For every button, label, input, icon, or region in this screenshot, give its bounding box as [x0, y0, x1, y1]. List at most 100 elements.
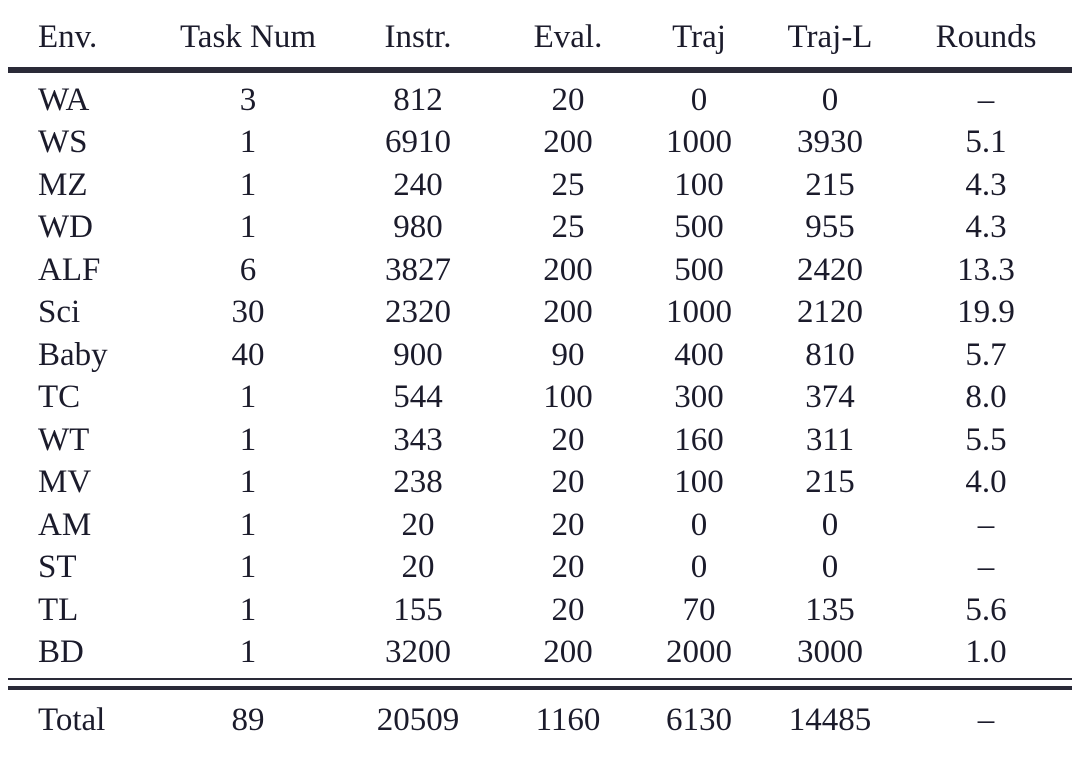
cell-task: 1 [239, 549, 257, 586]
cell-instr: 2320 [385, 294, 451, 331]
cell-instr: 900 [393, 336, 443, 373]
cell-traj: 160 [674, 421, 724, 458]
table-row: WD 1 980 25 500 955 4.3 [8, 207, 1072, 250]
cell-rounds: 5.6 [965, 591, 1007, 628]
table-row: ALF 6 3827 200 500 2420 13.3 [8, 249, 1072, 292]
cell-task: 1 [239, 379, 257, 416]
cell-instr: 980 [393, 209, 443, 246]
cell-env: TC [38, 379, 81, 416]
cell-traj-l: 3000 [797, 634, 863, 671]
cell-env: MV [38, 464, 92, 501]
cell-traj: 500 [674, 209, 724, 246]
cell-task: 1 [239, 421, 257, 458]
cell-instr: 240 [393, 166, 443, 203]
table-row: TL 1 155 20 70 135 5.6 [8, 589, 1072, 632]
cell-env: BD [38, 634, 84, 671]
cell-traj-l: 0 [821, 81, 839, 118]
column-header-instr: Instr. [384, 18, 452, 55]
total-traj: 6130 [666, 701, 732, 738]
cell-env: ST [38, 549, 77, 586]
cell-instr: 6910 [385, 124, 451, 161]
cell-traj-l: 955 [805, 209, 855, 246]
cell-eval: 20 [551, 506, 585, 543]
top-spacer [8, 0, 1072, 7]
cell-eval: 200 [543, 124, 593, 161]
cell-rounds: 13.3 [957, 251, 1015, 288]
cell-instr: 20 [401, 506, 435, 543]
cell-traj: 0 [690, 549, 708, 586]
table-row: WS 1 6910 200 1000 3930 5.1 [8, 122, 1072, 165]
cell-rounds: 5.1 [965, 124, 1007, 161]
cell-task: 1 [239, 124, 257, 161]
cell-task: 1 [239, 464, 257, 501]
cell-env: Sci [38, 294, 81, 331]
cell-traj-l: 2120 [797, 294, 863, 331]
cell-env: WS [38, 124, 88, 161]
table-row: Baby 40 900 90 400 810 5.7 [8, 334, 1072, 377]
cell-eval: 20 [551, 81, 585, 118]
cell-eval: 200 [543, 251, 593, 288]
cell-eval: 25 [551, 166, 585, 203]
table-row: WT 1 343 20 160 311 5.5 [8, 419, 1072, 462]
cell-env: WT [38, 421, 90, 458]
table-footer: Total 89 20509 1160 6130 14485 – [8, 690, 1072, 750]
cell-eval: 200 [543, 294, 593, 331]
cell-rounds: 5.5 [965, 421, 1007, 458]
cell-traj-l: 0 [821, 506, 839, 543]
cell-rounds: 8.0 [965, 379, 1007, 416]
cell-task: 1 [239, 166, 257, 203]
cell-env: WA [38, 81, 90, 118]
cell-env: TL [38, 591, 79, 628]
table-header: Env. Task Num Instr. Eval. Traj Traj-L R… [8, 7, 1072, 67]
cell-instr: 3827 [385, 251, 451, 288]
cell-traj: 400 [674, 336, 724, 373]
total-traj-l: 14485 [788, 701, 872, 738]
total-eval: 1160 [535, 701, 601, 738]
cell-rounds: 4.0 [965, 464, 1007, 501]
cell-eval: 100 [543, 379, 593, 416]
cell-env: AM [38, 506, 92, 543]
cell-rounds: 4.3 [965, 209, 1007, 246]
cell-traj: 0 [690, 506, 708, 543]
cell-instr: 238 [393, 464, 443, 501]
cell-instr: 343 [393, 421, 443, 458]
cell-rounds: 4.3 [965, 166, 1007, 203]
total-task: 89 [231, 701, 265, 738]
cell-task: 6 [239, 251, 257, 288]
table-row: BD 1 3200 200 2000 3000 1.0 [8, 632, 1072, 675]
cell-eval: 20 [551, 549, 585, 586]
cell-task: 1 [239, 209, 257, 246]
cell-rounds: 1.0 [965, 634, 1007, 671]
cell-instr: 812 [393, 81, 443, 118]
cell-eval: 200 [543, 634, 593, 671]
table-row: MZ 1 240 25 100 215 4.3 [8, 164, 1072, 207]
total-instr: 20509 [376, 701, 460, 738]
cell-env: MZ [38, 166, 88, 203]
cell-eval: 25 [551, 209, 585, 246]
cell-env: WD [38, 209, 93, 246]
cell-traj: 70 [682, 591, 716, 628]
cell-task: 1 [239, 634, 257, 671]
cell-task: 40 [231, 336, 265, 373]
cell-traj: 100 [674, 464, 724, 501]
statistics-table: Env. Task Num Instr. Eval. Traj Traj-L R… [8, 7, 1072, 750]
cell-instr: 3200 [385, 634, 451, 671]
column-header-env: Env. [38, 18, 98, 55]
cell-task: 1 [239, 506, 257, 543]
column-header-traj-l: Traj-L [787, 18, 873, 55]
cell-traj-l: 0 [821, 549, 839, 586]
cell-task: 30 [231, 294, 265, 331]
cell-env: ALF [38, 251, 101, 288]
cell-eval: 20 [551, 464, 585, 501]
header-row: Env. Task Num Instr. Eval. Traj Traj-L R… [8, 7, 1072, 67]
cell-rounds: – [977, 549, 995, 586]
total-rounds: – [977, 701, 995, 738]
cell-task: 1 [239, 591, 257, 628]
cell-rounds: – [977, 81, 995, 118]
cell-rounds: 5.7 [965, 336, 1007, 373]
cell-eval: 20 [551, 421, 585, 458]
column-header-traj: Traj [672, 18, 726, 55]
table-row: AM 1 20 20 0 0 – [8, 504, 1072, 547]
cell-traj: 500 [674, 251, 724, 288]
cell-instr: 20 [401, 549, 435, 586]
